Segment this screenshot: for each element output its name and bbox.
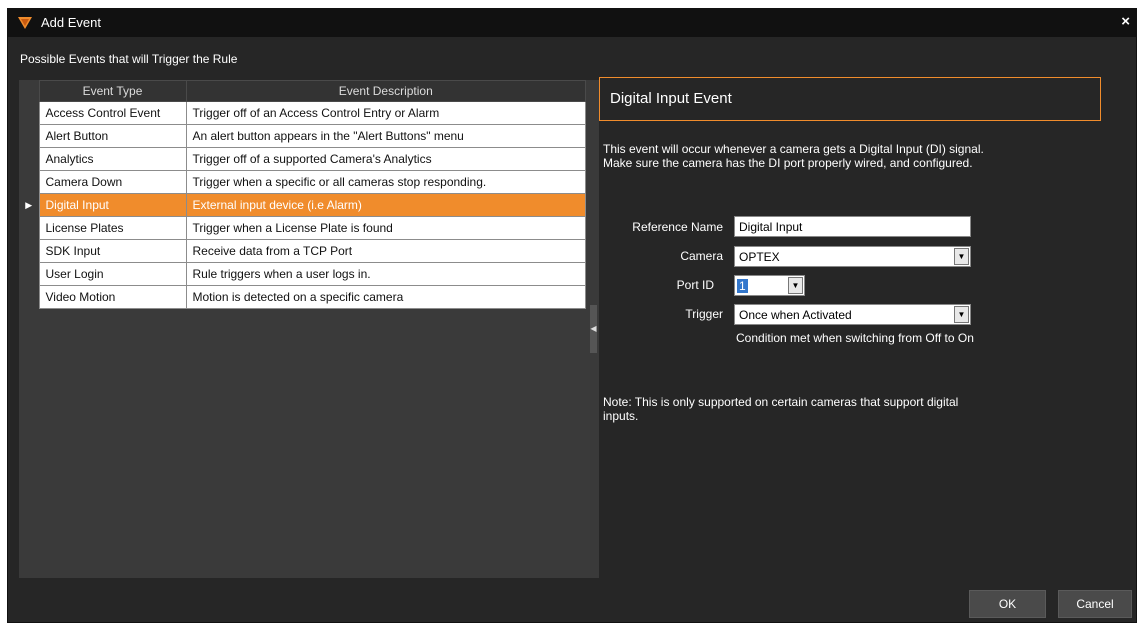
- note-line: inputs.: [603, 409, 639, 423]
- close-button[interactable]: ×: [1121, 14, 1130, 30]
- column-header-event-description[interactable]: Event Description: [185, 80, 586, 102]
- note-line: Note: This is only supported on certain …: [603, 395, 959, 409]
- event-type-cell: Camera Down: [38, 170, 187, 194]
- panel-splitter-handle[interactable]: ◀: [590, 305, 597, 353]
- row-selector[interactable]: [19, 147, 39, 171]
- row-selector[interactable]: [19, 239, 39, 263]
- window-title: Add Event: [41, 15, 101, 30]
- column-header-event-type[interactable]: Event Type: [38, 80, 187, 102]
- event-description-cell: Rule triggers when a user logs in.: [185, 262, 586, 286]
- port-id-select-value: 1: [737, 279, 748, 293]
- event-type-cell: Alert Button: [38, 124, 187, 148]
- note-text: Note: This is only supported on certain …: [603, 395, 1063, 423]
- port-id-label: Port ID: [676, 278, 714, 292]
- chevron-down-icon[interactable]: ▼: [788, 277, 803, 294]
- event-detail-header: Digital Input Event: [599, 77, 1101, 121]
- event-type-cell: Digital Input: [38, 193, 187, 217]
- event-table: Event Type Event Description Access Cont…: [19, 80, 586, 309]
- camera-select-value: OPTEX: [739, 250, 780, 264]
- event-description-cell: Trigger off of an Access Control Entry o…: [185, 101, 586, 125]
- reference-name-input[interactable]: Digital Input: [734, 216, 971, 237]
- event-type-cell: User Login: [38, 262, 187, 286]
- camera-select[interactable]: OPTEX ▼: [734, 246, 971, 267]
- table-row[interactable]: SDK Input Receive data from a TCP Port: [19, 239, 586, 263]
- cancel-button[interactable]: Cancel: [1058, 590, 1132, 618]
- ok-button[interactable]: OK: [969, 590, 1046, 618]
- table-row[interactable]: Video Motion Motion is detected on a spe…: [19, 285, 586, 309]
- event-description-cell: Trigger off of a supported Camera's Anal…: [185, 147, 586, 171]
- description-line: Make sure the camera has the DI port pro…: [603, 156, 973, 170]
- description-line: This event will occur whenever a camera …: [603, 142, 984, 156]
- row-selector[interactable]: [19, 262, 39, 286]
- event-type-cell: Video Motion: [38, 285, 187, 309]
- event-type-cell: Access Control Event: [38, 101, 187, 125]
- app-logo-icon: [18, 17, 32, 29]
- section-label: Possible Events that will Trigger the Ru…: [20, 52, 238, 66]
- event-type-cell: License Plates: [38, 216, 187, 240]
- row-selector[interactable]: [19, 216, 39, 240]
- table-row-selected[interactable]: ▶ Digital Input External input device (i…: [19, 193, 586, 217]
- collapse-arrow-icon: ◀: [590, 324, 597, 333]
- event-type-cell: Analytics: [38, 147, 187, 171]
- event-description-cell: An alert button appears in the "Alert Bu…: [185, 124, 586, 148]
- event-type-cell: SDK Input: [38, 239, 187, 263]
- event-list-panel: Event Type Event Description Access Cont…: [19, 80, 599, 578]
- event-description-cell: External input device (i.e Alarm): [185, 193, 586, 217]
- camera-label: Camera: [680, 249, 723, 263]
- trigger-hint: Condition met when switching from Off to…: [736, 331, 974, 345]
- row-selector-header: [19, 80, 39, 102]
- event-description-cell: Trigger when a specific or all cameras s…: [185, 170, 586, 194]
- event-description-cell: Receive data from a TCP Port: [185, 239, 586, 263]
- event-description-cell: Motion is detected on a specific camera: [185, 285, 586, 309]
- selected-row-arrow-icon[interactable]: ▶: [19, 193, 39, 217]
- table-row[interactable]: Analytics Trigger off of a supported Cam…: [19, 147, 586, 171]
- trigger-label: Trigger: [685, 307, 723, 321]
- title-bar[interactable]: Add Event ×: [8, 9, 1136, 37]
- table-row[interactable]: Camera Down Trigger when a specific or a…: [19, 170, 586, 194]
- row-selector[interactable]: [19, 124, 39, 148]
- table-row[interactable]: License Plates Trigger when a License Pl…: [19, 216, 586, 240]
- row-selector[interactable]: [19, 285, 39, 309]
- chevron-down-icon[interactable]: ▼: [954, 306, 969, 323]
- table-row[interactable]: Access Control Event Trigger off of an A…: [19, 101, 586, 125]
- event-description-text: This event will occur whenever a camera …: [603, 142, 1083, 170]
- reference-name-label: Reference Name: [632, 220, 723, 234]
- table-header-row: Event Type Event Description: [19, 80, 586, 102]
- add-event-dialog: Add Event × Possible Events that will Tr…: [7, 8, 1137, 623]
- table-row[interactable]: Alert Button An alert button appears in …: [19, 124, 586, 148]
- event-description-cell: Trigger when a License Plate is found: [185, 216, 586, 240]
- event-detail-panel: Digital Input Event This event will occu…: [599, 77, 1101, 577]
- port-id-select[interactable]: 1 ▼: [734, 275, 805, 296]
- trigger-select[interactable]: Once when Activated ▼: [734, 304, 971, 325]
- chevron-down-icon[interactable]: ▼: [954, 248, 969, 265]
- table-row[interactable]: User Login Rule triggers when a user log…: [19, 262, 586, 286]
- row-selector[interactable]: [19, 101, 39, 125]
- row-selector[interactable]: [19, 170, 39, 194]
- trigger-select-value: Once when Activated: [739, 308, 852, 322]
